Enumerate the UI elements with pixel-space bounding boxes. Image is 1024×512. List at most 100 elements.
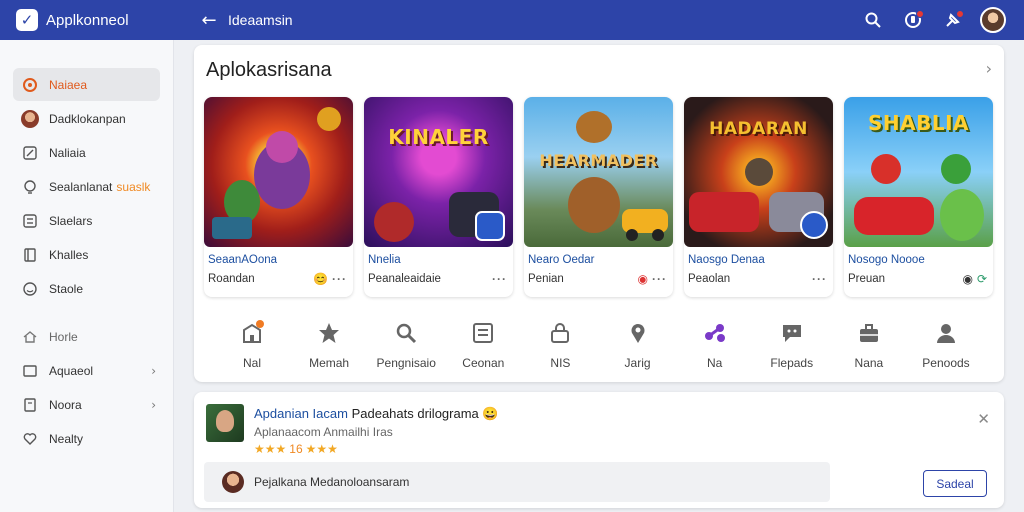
app-publisher: Peanaleaidaie [368,273,441,285]
close-icon[interactable]: ✕ [977,410,990,428]
sidebar-item-label: Dadklokanpan [49,111,126,126]
edit-icon [21,144,39,162]
heart-icon [21,430,39,448]
recommendation-title: Apdanian Iacam Padeahats drilograma 😀 [254,406,499,422]
comment-input[interactable]: Pejalkana Medanoloansaram [204,462,830,502]
category-label: Nal [242,356,261,370]
sidebar-item-3[interactable]: Sealanlanat suaslk [13,170,160,203]
category-item[interactable]: Nana [831,320,907,370]
notification-dot [916,10,924,18]
sidebar-item-0[interactable]: Naiaea [13,68,160,101]
location-pin-icon [625,320,651,346]
app-thumbnail: HADARAN [684,97,833,247]
home-icon [21,328,39,346]
grid-list-icon [470,320,496,346]
search-icon[interactable] [860,7,886,33]
refresh-icon: ⟳ [976,272,987,286]
app-card[interactable]: SHABLIA Nosogo Noooe Preuan ◉ ⟳ [844,97,993,297]
sidebar: Naiaea Dadklokanpan Naliaia Sealanlanat … [0,40,174,512]
sidebar-item-label: Khalles [49,247,89,262]
app-publisher: Peaolan [688,273,731,285]
sidebar-item-label: Nealty [49,431,84,446]
sidebar-item-6[interactable]: Staole [13,272,160,305]
user-avatar[interactable] [980,7,1006,33]
app-thumbnail [204,97,353,247]
app-publisher: Preuan [848,273,886,285]
book-icon [21,246,39,264]
category-label: Jarig [624,356,651,370]
category-label: NIS [550,356,571,370]
category-item[interactable]: Na [677,320,753,370]
more-options-icon[interactable]: ··· [492,272,507,286]
chat-icon [779,320,805,346]
sidebar-item-label: Slaelars [49,213,93,228]
app-logo: ✓ [16,9,38,31]
category-item[interactable]: Nal [214,320,290,370]
sidebar-item-1[interactable]: Dadklokanpan [13,102,160,135]
rating-number: 16 [289,442,303,456]
sidebar-item-9[interactable]: Noora › [13,388,160,421]
sidebar-item-suffix: suaslk [116,179,151,194]
app-card[interactable]: KINALER Nnelia Peanaleaidaie ··· [364,97,513,297]
more-options-icon[interactable]: ··· [332,272,347,286]
recommendation-title-highlight[interactable]: Apdanian Iacam [254,406,348,421]
app-name: Nosogo Noooe [848,254,925,266]
category-item[interactable]: Jarig [600,320,676,370]
sidebar-item-label: Noora [49,397,82,412]
app-name: Applkonneol [46,11,129,29]
more-options-icon[interactable]: ··· [812,272,827,286]
app-card[interactable]: HADARAN Naosgo Denaa Peaolan ··· [684,97,833,297]
rating-stars: ★★★ 16 ★★★ [254,442,338,456]
sidebar-item-label: Aquaeol [49,363,94,378]
alert-dot [956,10,964,18]
sidebar-item-10[interactable]: Nealty [13,422,160,455]
sidebar-item-4[interactable]: Slaelars [13,204,160,237]
alert-icon[interactable] [940,7,966,33]
category-item[interactable]: Penoods [908,320,984,370]
commenter-avatar [222,471,244,493]
sidebar-item-8[interactable]: Aquaeol › [13,354,160,387]
app-thumbnail: SHABLIA [844,97,993,247]
app-name: Nearo Oedar [528,254,595,266]
category-badge [256,320,264,328]
category-item[interactable]: Ceonan [445,320,521,370]
app-name: SeaanAOona [208,254,278,266]
app-thumbnail: HEARMADER [524,97,673,247]
category-item[interactable]: NIS [522,320,598,370]
chevron-right-icon: › [151,363,156,378]
list-icon [21,212,39,230]
category-row: Nal Memah Pengnisaio Ceonan NIS Jarig Na… [194,320,1004,370]
recommendation-thumbnail [206,404,244,442]
back-arrow-icon[interactable]: ← [196,10,222,31]
chevron-right-icon: › [151,397,156,412]
box-icon [21,362,39,380]
profile-avatar [21,109,39,128]
category-item[interactable]: Flepads [754,320,830,370]
sidebar-item-7[interactable]: Horle [13,320,160,353]
chevron-right-icon[interactable]: › [986,59,992,78]
send-button[interactable]: Sadeal [923,470,987,497]
brand[interactable]: ✓ Applkonneol [0,9,174,31]
top-actions [860,7,1024,33]
record-icon: ◉ [962,272,973,286]
sidebar-item-2[interactable]: Naliaia [13,136,160,169]
featured-apps-card: Aplokasrisana › SeaanAOona Roandan 😊 ··· [194,45,1004,382]
category-label: Memah [309,356,350,370]
more-options-icon[interactable]: ··· [652,272,667,286]
category-label: Flepads [770,356,814,370]
section-title: Aplokasrisana [206,59,332,81]
category-item[interactable]: Pengnisaio [368,320,444,370]
target-icon [21,76,39,94]
sidebar-item-label: Naiaea [49,77,88,92]
shop-icon [239,320,265,346]
sidebar-item-5[interactable]: Khalles [13,238,160,271]
bulb-icon [21,178,39,196]
app-card[interactable]: SeaanAOona Roandan 😊 ··· [204,97,353,297]
comment-placeholder: Pejalkana Medanoloansaram [254,475,410,489]
app-publisher: Roandan [208,273,255,285]
category-item[interactable]: Memah [291,320,367,370]
app-card[interactable]: HEARMADER Nearo Oedar Penian ◉ ··· [524,97,673,297]
sidebar-item-label: Horle [49,329,78,344]
sidebar-item-label: Naliaia [49,145,86,160]
notification-icon[interactable] [900,7,926,33]
